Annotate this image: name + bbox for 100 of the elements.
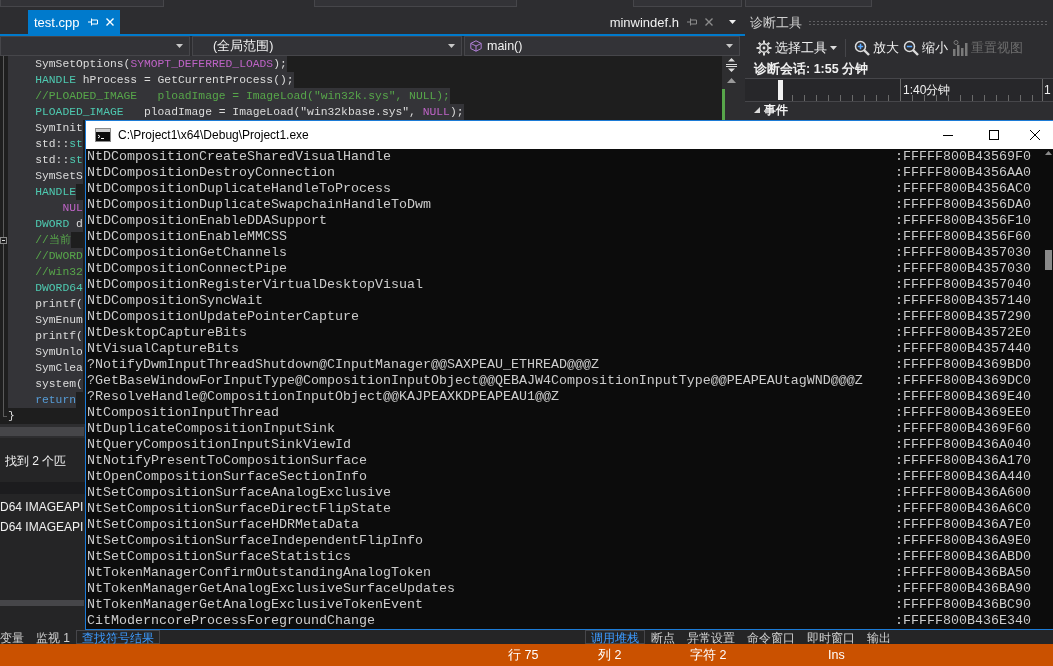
symbol-name: NtDCompositionDuplicateSwapchainHandleToDwm — [87, 197, 432, 213]
symbol-name: NtDCompositionDestroyConnection — [87, 165, 336, 181]
symbol-address: :FFFFF800B436E340 — [895, 613, 1031, 629]
cube-icon — [470, 40, 482, 52]
symbol-address: :FFFFF800B436BA50 — [895, 565, 1031, 581]
symbol-name: NtVisualCaptureBits — [87, 341, 240, 357]
scope-dropdown[interactable]: (全局范围) — [192, 36, 462, 56]
tool-tab[interactable]: 断点 — [645, 630, 681, 644]
symbol-name: NtDCompositionUpdatePointerCapture — [87, 309, 360, 325]
symbol-name: NtTokenManagerGetAnalogExclusiveSurfaceUpdates — [87, 581, 456, 597]
symbol-address: :FFFFF800B4369DC0 — [895, 373, 1031, 389]
tool-tab[interactable]: 输出 — [861, 630, 897, 644]
symbol-name: ?ResolveHandle@CompositionInputObject@@KAJPEAXKDPEAPEAU1@@Z — [87, 389, 560, 405]
tool-tab[interactable]: 监视 1 — [30, 630, 76, 644]
playhead-marker[interactable] — [778, 80, 783, 100]
symbol-name: NtTokenManagerGetAnalogExclusiveTokenEvent — [87, 597, 424, 613]
scroll-up-icon[interactable] — [1045, 151, 1052, 155]
symbol-address: :FFFFF800B43572E0 — [895, 325, 1031, 341]
symbol-address: :FFFFF800B4357040 — [895, 277, 1031, 293]
symbol-name: NtDCompositionSyncWait — [87, 293, 264, 309]
symbol-address: :FFFFF800B4357290 — [895, 309, 1031, 325]
symbol-name: NtDCompositionRegisterVirtualDesktopVisual — [87, 277, 424, 293]
zoom-in-icon — [854, 40, 870, 56]
member-dropdown[interactable]: main() — [464, 36, 740, 56]
symbol-name: NtQueryCompositionInputSinkViewId — [87, 437, 352, 453]
console-icon — [95, 128, 111, 142]
expand-icon[interactable] — [754, 107, 760, 113]
close-icon — [1030, 130, 1040, 140]
symbol-name: NtDCompositionConnectPipe — [87, 261, 288, 277]
symbol-address: :FFFFF800B436BC90 — [895, 597, 1031, 613]
symbol-name: NtSetCompositionSurfaceAnalogExclusive — [87, 485, 392, 501]
pin-icon[interactable] — [687, 18, 697, 26]
symbol-address: :FFFFF800B4357030 — [895, 261, 1031, 277]
result-line[interactable]: D64 IMAGEAPI — [0, 500, 84, 514]
tool-dropdown[interactable]: 选择工具 — [754, 37, 839, 59]
toolbar-button[interactable]: 缩小 — [901, 37, 950, 59]
tool-tab[interactable]: 调用堆栈 — [585, 630, 645, 644]
caret-icon[interactable] — [176, 44, 183, 48]
symbol-address: :FFFFF800B4356AC0 — [895, 181, 1031, 197]
splitter-icon[interactable] — [725, 58, 737, 72]
symbol-address: :FFFFF800B436A6C0 — [895, 501, 1031, 517]
symbol-name: NtCompositionInputThread — [87, 405, 280, 421]
symbol-address: :FFFFF800B4357440 — [895, 341, 1031, 357]
symbol-name: NtNotifyPresentToCompositionSurface — [87, 453, 368, 469]
symbol-name: NtDesktopCaptureBits — [87, 325, 248, 341]
caret-icon[interactable] — [726, 44, 733, 48]
scrollbar-thumb[interactable] — [1045, 250, 1052, 270]
symbol-name: NtDCompositionDuplicateHandleToProcess — [87, 181, 392, 197]
panel-title: 诊断工具 — [750, 14, 802, 32]
symbol-name: NtSetCompositionSurfaceDirectFlipState — [87, 501, 392, 517]
tool-tab[interactable]: 异常设置 — [681, 630, 741, 644]
caret-icon[interactable] — [448, 44, 455, 48]
scroll-up-icon[interactable] — [726, 78, 736, 83]
session-duration: 诊断会话: 1:55 分钟 — [754, 62, 869, 76]
collapse-icon[interactable] — [0, 236, 7, 244]
symbol-address: :FFFFF800B436A170 — [895, 453, 1031, 469]
tool-tab[interactable]: 查找符号结果 — [76, 630, 160, 644]
bar-chart-icon — [952, 40, 968, 56]
symbol-address: :FFFFF800B436A600 — [895, 485, 1031, 501]
symbol-address: :FFFFF800B4356F60 — [895, 229, 1031, 245]
toolbar-button[interactable]: 放大 — [852, 37, 901, 59]
symbol-address: :FFFFF800B4356DA0 — [895, 197, 1031, 213]
caret-icon[interactable] — [729, 20, 736, 24]
symbol-address: :FFFFF800B4369E40 — [895, 389, 1031, 405]
zoom-out-icon — [903, 40, 919, 56]
symbol-name: NtDCompositionCreateSharedVisualHandle — [87, 149, 392, 165]
symbol-address: :FFFFF800B4356F10 — [895, 213, 1031, 229]
gear-icon — [756, 40, 772, 56]
cursor-column: 列 2 — [598, 646, 690, 664]
tool-tab[interactable]: 命令窗口 — [741, 630, 801, 644]
symbol-address: :FFFFF800B436A9E0 — [895, 533, 1031, 549]
scrollbar-thumb[interactable] — [0, 426, 84, 436]
window-title: C:\Project1\x64\Debug\Project1.exe — [118, 128, 309, 142]
symbol-address: :FFFFF800B43569F0 — [895, 149, 1031, 165]
maximize-icon — [989, 130, 999, 140]
symbol-name: NtDCompositionEnableMMCSS — [87, 229, 288, 245]
symbol-name: NtSetCompositionSurfaceStatistics — [87, 549, 352, 565]
tool-tab[interactable]: 变量 — [0, 630, 30, 644]
symbol-name: NtTokenManagerConfirmOutstandingAnalogToken — [87, 565, 432, 581]
insert-mode[interactable]: Ins — [828, 648, 845, 662]
symbol-name: NtDuplicateCompositionInputSink — [87, 421, 336, 437]
symbol-name: NtDCompositionGetChannels — [87, 245, 288, 261]
symbol-address: :FFFFF800B4357030 — [895, 245, 1031, 261]
symbol-name: CitModerncoreProcessForegroundChange — [87, 613, 376, 629]
section-title: 事件 — [764, 101, 788, 119]
caret-icon[interactable] — [830, 46, 837, 50]
close-icon[interactable] — [705, 18, 713, 26]
symbol-address: :FFFFF800B436A440 — [895, 469, 1031, 485]
result-line[interactable]: D64 IMAGEAPI — [0, 520, 84, 534]
symbol-address: :FFFFF800B4357140 — [895, 293, 1031, 309]
tool-tab[interactable]: 即时窗口 — [801, 630, 861, 644]
cursor-character: 字符 2 — [690, 646, 728, 664]
symbol-address: :FFFFF800B436A7E0 — [895, 517, 1031, 533]
symbol-name: ?NotifyDwmInputThreadShutdown@CInputManager@@SAXPEAU_ETHREAD@@@Z — [87, 357, 600, 373]
symbol-address: :FFFFF800B436BA90 — [895, 581, 1031, 597]
document-tab[interactable]: minwindef.h — [603, 10, 719, 34]
code-line: } — [8, 409, 15, 424]
symbol-address: :FFFFF800B4369EE0 — [895, 405, 1031, 421]
scrollbar-thumb[interactable] — [0, 600, 84, 606]
symbol-name: NtSetCompositionSurfaceHDRMetaData — [87, 517, 360, 533]
